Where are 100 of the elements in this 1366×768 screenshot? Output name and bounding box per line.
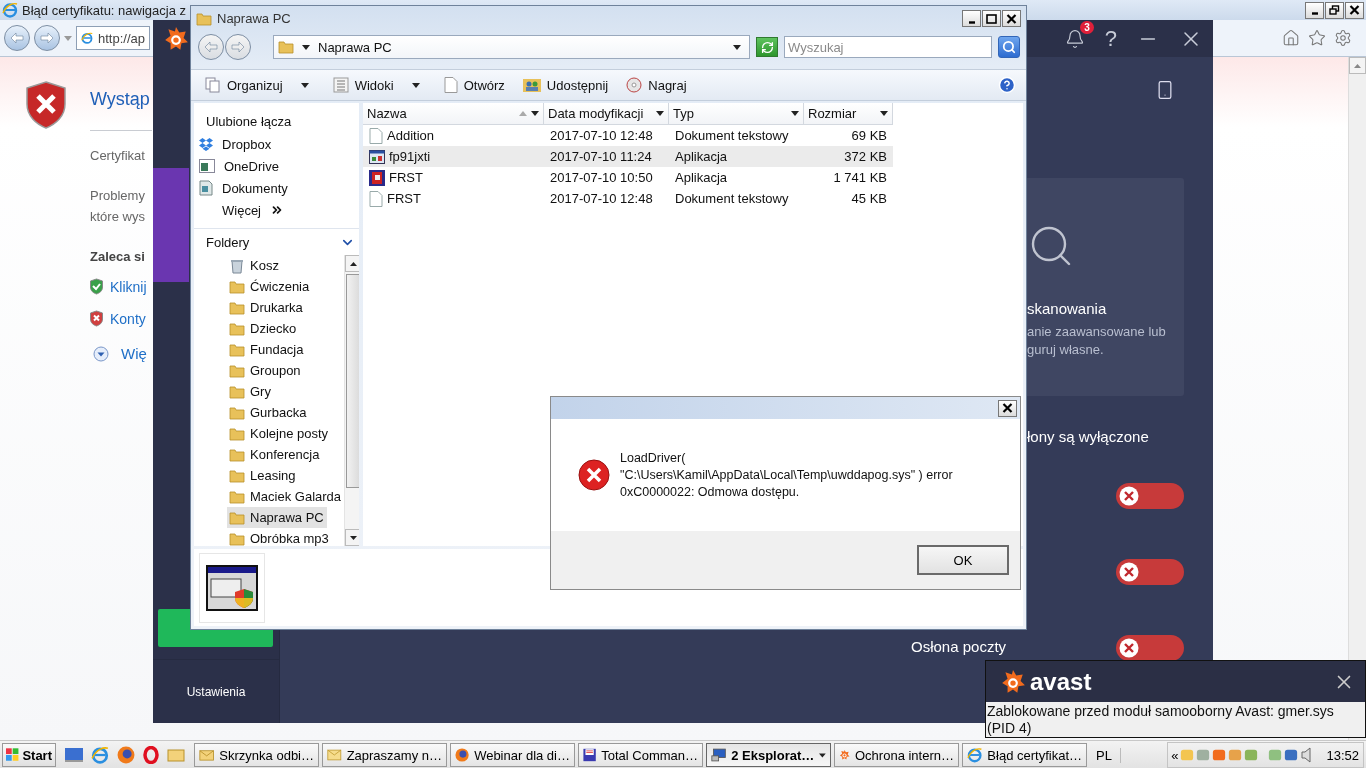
page-link[interactable]: Konty (110, 310, 146, 327)
folder-icon (229, 362, 245, 379)
caret-icon (302, 44, 310, 50)
forward-button[interactable] (225, 34, 251, 60)
search-button[interactable] (998, 36, 1020, 58)
close-button[interactable] (998, 399, 1017, 417)
column-header[interactable]: Nazwa (363, 103, 544, 125)
favorite-link[interactable]: OneDrive (194, 155, 359, 177)
maximize-button[interactable] (982, 10, 1001, 27)
dropdown-arrow[interactable] (411, 82, 420, 88)
folder-item[interactable]: Kosz (227, 255, 282, 276)
forward-button[interactable] (34, 25, 60, 51)
favorite-link[interactable]: Dropbox (194, 133, 359, 155)
notifications-icon[interactable] (1064, 28, 1085, 49)
disc-icon (626, 77, 643, 93)
address-field[interactable]: Naprawa PC (273, 35, 750, 59)
scroll-thumb[interactable] (346, 274, 359, 488)
column-header[interactable]: Typ (669, 103, 804, 125)
settings-icon[interactable] (1334, 29, 1352, 47)
documents-icon (199, 180, 213, 196)
file-row[interactable]: FRST 2017-07-10 12:48 Dokument tekstowy 45 KB (363, 188, 893, 209)
favorite-link[interactable]: Dokumenty (194, 177, 359, 199)
folder-item[interactable]: Obróbka mp3 (227, 528, 332, 546)
folder-item[interactable]: Ćwiczenia (227, 276, 313, 297)
folder-item[interactable]: Gry (227, 381, 274, 402)
favorite-link[interactable]: Więcej (194, 199, 359, 221)
caret-icon (300, 82, 309, 88)
help-button[interactable]: ? (1104, 25, 1117, 52)
file-row[interactable]: Addition 2017-07-10 12:48 Dokument tekstowy 69 KB (363, 125, 893, 146)
check-shield-icon (89, 278, 104, 295)
down-arrow-icon (350, 535, 358, 540)
folder-item[interactable]: Leasing (227, 465, 299, 486)
file-row[interactable]: FRST 2017-07-10 10:50 Aplikacja 1 741 KB (363, 167, 893, 188)
folder-icon (229, 341, 245, 358)
folder-item[interactable]: Gurbacka (227, 402, 310, 423)
tray-icon[interactable] (1284, 748, 1299, 762)
shield-toggle[interactable] (1116, 635, 1184, 661)
minimize-button[interactable] (1305, 1, 1324, 19)
scroll-down-button[interactable] (345, 529, 359, 546)
home-icon[interactable] (1282, 29, 1300, 47)
taskbar-button[interactable]: Błąd certyfikat… (962, 743, 1087, 767)
folder-item[interactable]: Drukarka (227, 297, 306, 318)
folder-item[interactable]: Konferencja (227, 444, 323, 465)
toolbar-button[interactable]: Widoki (328, 75, 398, 95)
folder-item[interactable]: Naprawa PC (227, 507, 327, 528)
window-icon (199, 158, 215, 174)
language-indicator[interactable]: PL (1090, 747, 1121, 763)
page-link[interactable]: Kliknij (110, 278, 147, 295)
sidebar-item[interactable]: Ustawienia (153, 659, 279, 723)
caret-icon (531, 111, 539, 116)
globe-icon[interactable] (117, 746, 135, 764)
forward-arrow-icon (40, 32, 54, 44)
ring-icon[interactable] (143, 746, 159, 764)
sort-arrow-icon (519, 111, 527, 116)
taskbar-button[interactable]: 2 Eksplorat… (706, 743, 831, 767)
toolbar-button[interactable]: Udostępnij (518, 75, 613, 95)
toolbar-button[interactable]: Nagraj (622, 75, 691, 95)
folder-item[interactable]: Kolejne posty (227, 423, 332, 444)
dropdown-arrow[interactable] (300, 82, 309, 88)
toolbar-button[interactable]: Organizuj (201, 75, 287, 95)
folder-item[interactable]: Dziecko (227, 318, 300, 339)
pane-title: Ulubione łącza (205, 113, 293, 131)
shield-toggle[interactable] (1116, 483, 1184, 509)
favorites-icon[interactable] (1308, 29, 1326, 47)
folder-item[interactable]: Maciek Galarda (227, 486, 345, 507)
folder-item[interactable]: Groupon (227, 360, 304, 381)
show-hidden-icons-button[interactable]: « (1171, 747, 1179, 763)
ok-button[interactable]: OK (917, 545, 1009, 575)
close-button[interactable] (1345, 1, 1364, 19)
page-link[interactable]: Wię (121, 345, 147, 362)
search-field[interactable]: Wyszukaj (784, 36, 992, 58)
file-name: fp91jxti (363, 146, 544, 167)
column-header[interactable]: Data modyfikacji (544, 103, 669, 125)
taskbar-button[interactable]: Total Comman… (578, 743, 703, 767)
back-button[interactable] (4, 25, 30, 51)
refresh-button[interactable] (756, 37, 778, 57)
tray-icon[interactable] (1212, 748, 1227, 762)
minimize-button[interactable] (962, 10, 981, 27)
section-heading: Zaleca si (90, 249, 146, 264)
restore-button[interactable] (1325, 1, 1344, 19)
start-button[interactable]: Start (2, 743, 56, 767)
envelope-icon (199, 747, 215, 763)
taskbar-button[interactable]: Skrzynka odbi… (194, 743, 319, 767)
taskbar-button[interactable]: Webinar dla di… (450, 743, 575, 767)
close-button[interactable] (1002, 10, 1021, 27)
scan-card[interactable]: skanowania anie zaawansowane lub guruj własne. (1027, 178, 1184, 396)
toolbar-button[interactable]: Otwórz (439, 75, 509, 95)
taskbar-button[interactable]: Zapraszamy n… (322, 743, 447, 767)
help-icon[interactable] (998, 76, 1016, 94)
file-row[interactable]: fp91jxti 2017-07-10 11:24 Aplikacja 372 KB (363, 146, 893, 167)
error-message: LoadDriver( "C:\Users\Kamil\AppData\Local\Temp\uwddapog.sys" ) error 0xC0000022: Odmowa dostępu. (620, 449, 953, 501)
folder-icon (229, 488, 245, 505)
folder-item[interactable]: Fundacja (227, 339, 307, 360)
column-header[interactable]: Rozmiar (804, 103, 893, 125)
scroll-up-button[interactable] (345, 255, 359, 272)
shield-toggle[interactable] (1116, 559, 1184, 585)
up-arrow-icon (350, 261, 358, 266)
back-button[interactable] (198, 34, 224, 60)
taskbar-button[interactable]: Ochrona intern… (834, 743, 959, 767)
address-field[interactable]: http://ap (76, 26, 150, 50)
